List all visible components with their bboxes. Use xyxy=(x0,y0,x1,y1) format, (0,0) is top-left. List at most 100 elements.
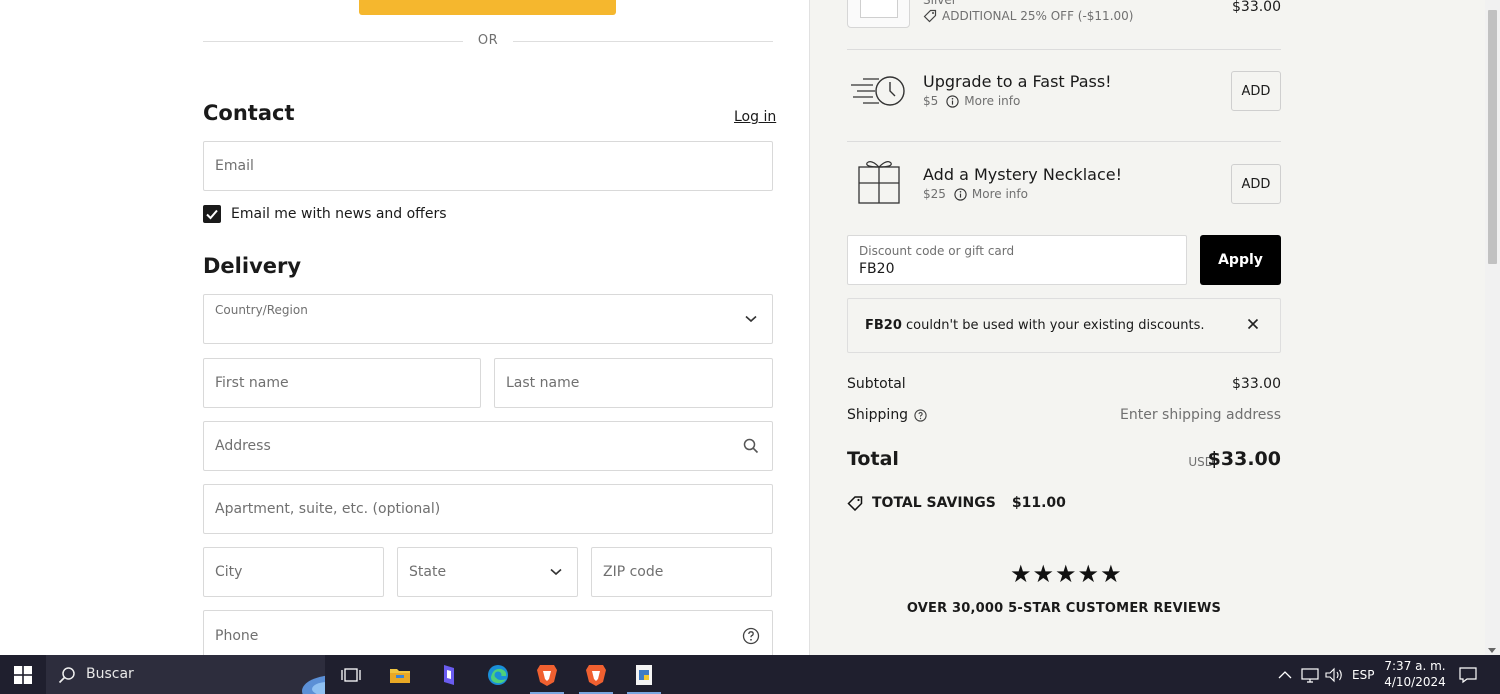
gift-box-icon xyxy=(858,161,900,204)
country-label: Country/Region xyxy=(215,303,308,317)
upsell-fast-pass-price: $5 xyxy=(923,94,939,108)
network-icon[interactable] xyxy=(1300,655,1320,694)
notice-text: FB20 couldn't be used with your existing… xyxy=(865,318,1205,333)
product-price: $33.00 xyxy=(1232,0,1281,15)
windows-start-icon[interactable] xyxy=(0,655,46,694)
search-icon xyxy=(58,667,75,684)
shipping-value: Enter shipping address xyxy=(1120,407,1281,423)
tag-icon xyxy=(923,9,937,23)
taskbar-search-text: Buscar xyxy=(86,666,134,682)
phone-field[interactable]: Phone xyxy=(203,610,773,655)
upsell-necklace-price: $25 xyxy=(923,187,946,201)
help-icon[interactable] xyxy=(914,408,927,422)
scrollbar-thumb[interactable] xyxy=(1488,10,1497,264)
search-icon xyxy=(742,437,760,455)
tag-icon xyxy=(847,496,863,511)
more-info-label: More info xyxy=(964,94,1021,108)
summary-divider xyxy=(847,49,1281,50)
state-placeholder: State xyxy=(409,564,447,580)
notice-code: FB20 xyxy=(865,318,902,333)
chevron-down-icon xyxy=(547,563,565,581)
info-icon xyxy=(946,94,959,108)
brave-browser-icon-active[interactable] xyxy=(524,655,570,694)
newsletter-checkbox[interactable] xyxy=(203,205,221,223)
apply-discount-button[interactable]: Apply xyxy=(1200,235,1281,285)
apartment-field[interactable]: Apartment, suite, etc. (optional) xyxy=(203,484,773,534)
upsell-fast-pass-more-info[interactable]: More info xyxy=(946,94,1020,108)
apartment-placeholder: Apartment, suite, etc. (optional) xyxy=(215,501,441,517)
savings-value: $11.00 xyxy=(1011,495,1066,511)
taskbar-clock[interactable]: 7:37 a. m. 4/10/2024 xyxy=(1380,658,1450,690)
delivery-heading: Delivery xyxy=(203,254,302,278)
login-link[interactable]: Log in xyxy=(734,109,776,125)
upsell-necklace-more-info[interactable]: More info xyxy=(954,187,1028,201)
info-icon xyxy=(954,187,967,201)
scrollbar[interactable] xyxy=(1485,0,1500,655)
star-icon: ★ xyxy=(1055,560,1077,588)
star-icon: ★ xyxy=(1032,560,1055,588)
brave-browser-icon[interactable] xyxy=(573,655,619,694)
total-label: Total xyxy=(847,448,899,470)
scroll-down-arrow-icon[interactable] xyxy=(1488,648,1496,653)
notice-message: couldn't be used with your existing disc… xyxy=(901,318,1205,333)
savings-label: TOTAL SAVINGS xyxy=(872,495,996,511)
product-discount: ADDITIONAL 25% OFF (-$11.00) xyxy=(923,9,1133,23)
email-field[interactable]: Email xyxy=(203,141,773,191)
newsletter-label: Email me with news and offers xyxy=(231,206,447,222)
language-indicator[interactable]: ESP xyxy=(1352,655,1374,694)
divider-line-right xyxy=(513,41,773,42)
help-icon[interactable] xyxy=(742,627,760,645)
subtotal-label: Subtotal xyxy=(847,376,906,392)
upsell-necklace-title: Add a Mystery Necklace! xyxy=(923,165,1122,184)
discount-code-value: FB20 xyxy=(859,261,895,277)
city-field[interactable]: City xyxy=(203,547,384,597)
zip-field[interactable]: ZIP code xyxy=(591,547,772,597)
python-app-icon[interactable] xyxy=(621,655,667,694)
clock-time: 7:37 a. m. xyxy=(1384,659,1446,673)
country-select[interactable]: Country/Region xyxy=(203,294,773,344)
taskbar-search-box[interactable]: Buscar xyxy=(46,655,325,694)
last-name-placeholder: Last name xyxy=(506,375,580,391)
shipping-label: Shipping xyxy=(847,407,909,423)
first-name-placeholder: First name xyxy=(215,375,289,391)
upsell-necklace-meta: $25 More info xyxy=(923,187,1028,201)
task-view-icon[interactable] xyxy=(328,655,374,694)
state-select[interactable]: State xyxy=(397,547,578,597)
phone-placeholder: Phone xyxy=(215,628,259,644)
close-icon[interactable] xyxy=(1244,315,1262,333)
city-placeholder: City xyxy=(215,564,243,580)
star-icon: ★ xyxy=(1010,560,1032,588)
fast-clock-icon xyxy=(851,76,905,106)
last-name-field[interactable]: Last name xyxy=(494,358,773,408)
checkout-form-column: OR Contact Log in Email Email me with ne… xyxy=(0,0,809,655)
contact-heading: Contact xyxy=(203,101,295,125)
first-name-field[interactable]: First name xyxy=(203,358,481,408)
volume-icon[interactable] xyxy=(1324,655,1344,694)
star-icon: ★ xyxy=(1100,560,1122,588)
address-placeholder: Address xyxy=(215,438,271,454)
product-variant: Silver xyxy=(923,0,957,7)
discount-code-field[interactable]: Discount code or gift card FB20 xyxy=(847,235,1187,285)
edge-browser-icon[interactable] xyxy=(475,655,521,694)
file-explorer-icon[interactable] xyxy=(377,655,423,694)
clock-date: 4/10/2024 xyxy=(1384,675,1446,689)
discount-code-label: Discount code or gift card xyxy=(859,244,1015,258)
add-necklace-button[interactable]: ADD xyxy=(1231,164,1281,204)
total-savings: TOTAL SAVINGS $11.00 xyxy=(847,495,1066,511)
discount-error-notice: FB20 couldn't be used with your existing… xyxy=(847,298,1281,353)
tray-overflow-icon[interactable] xyxy=(1278,655,1292,694)
subtotal-value: $33.00 xyxy=(1232,376,1281,392)
upsell-fast-pass-title: Upgrade to a Fast Pass! xyxy=(923,72,1112,91)
search-highlight-globe-icon xyxy=(302,675,325,694)
star-icon: ★ xyxy=(1077,560,1100,588)
add-fast-pass-button[interactable]: ADD xyxy=(1231,71,1281,111)
app-icon-blue[interactable] xyxy=(426,655,472,694)
zip-placeholder: ZIP code xyxy=(603,564,664,580)
reviews-text: OVER 30,000 5-STAR CUSTOMER REVIEWS xyxy=(906,601,1222,616)
address-field[interactable]: Address xyxy=(203,421,773,471)
product-discount-text: ADDITIONAL 25% OFF (-$11.00) xyxy=(942,9,1134,23)
upsell-fast-pass-meta: $5 More info xyxy=(923,94,1020,108)
notifications-icon[interactable] xyxy=(1458,655,1478,694)
windows-taskbar: Buscar ESP 7:37 a. m. 4/10/2024 xyxy=(0,655,1500,694)
express-pay-button[interactable] xyxy=(359,0,616,15)
